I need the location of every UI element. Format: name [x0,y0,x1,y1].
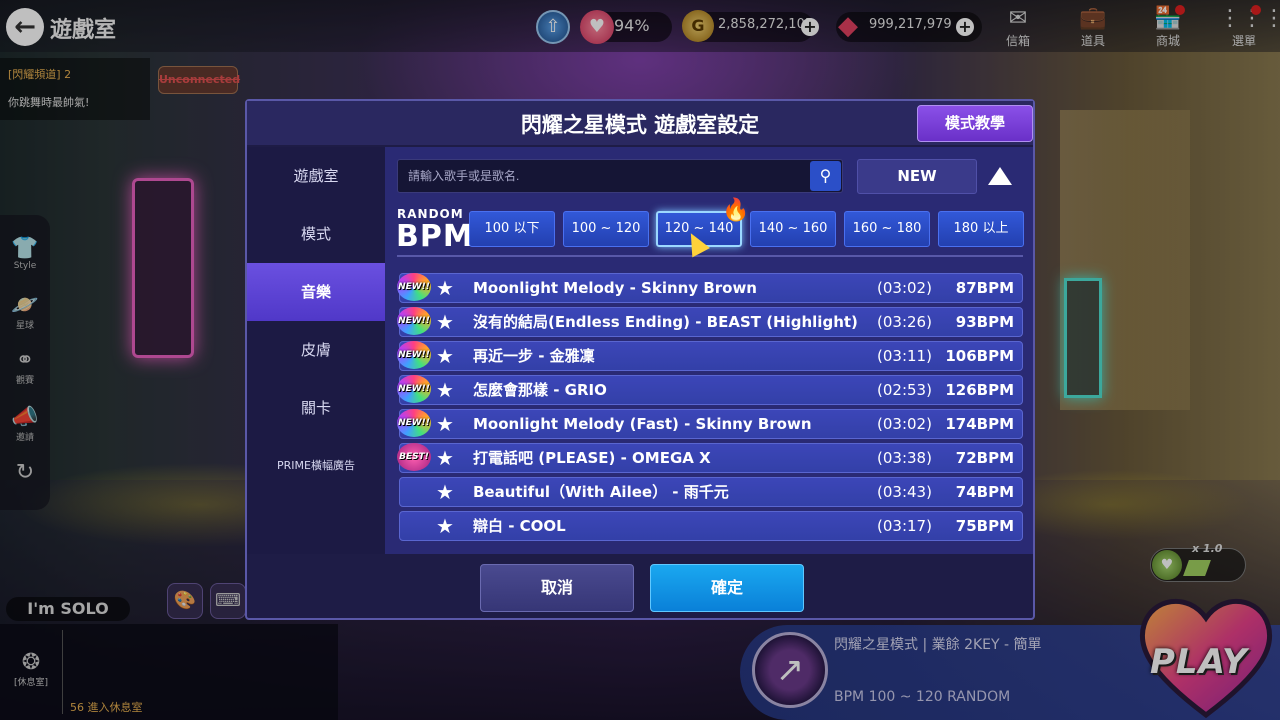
star-icon[interactable]: ★ [436,443,454,473]
bpm-range-button[interactable]: 160 ~ 180 [844,211,930,247]
new-badge: NEW!! [397,307,431,335]
star-icon[interactable]: ★ [436,341,454,371]
song-duration: (03:11) [877,347,932,365]
tab-skin[interactable]: 皮膚 [247,321,385,379]
song-title: 辯白 - COOL [473,517,566,535]
sort-up-icon[interactable] [988,167,1012,185]
song-search-input[interactable] [397,159,843,193]
star-icon[interactable]: ★ [436,307,454,337]
song-duration: (03:26) [877,313,932,331]
song-title: 沒有的結局(Endless Ending) - BEAST (Highlight… [473,313,858,331]
bpm-range-button[interactable]: 100 以下 [469,211,555,247]
tab-music[interactable]: 音樂 [247,263,385,321]
song-duration: (03:02) [877,279,932,297]
tab-room[interactable]: 遊戲室 [247,147,385,205]
star-icon[interactable]: ★ [436,409,454,439]
bpm-range-button[interactable]: 140 ~ 160 [750,211,836,247]
bpm-label: BPM [396,219,474,254]
song-duration: (02:53) [877,381,932,399]
song-duration: (03:43) [877,483,932,501]
song-bpm: 126BPM [945,381,1014,399]
search-icon: ⚲ [819,166,832,185]
new-filter-button[interactable]: NEW [857,159,977,194]
confirm-button[interactable]: 確定 [650,564,804,612]
song-bpm: 93BPM [955,313,1014,331]
song-duration: (03:02) [877,415,932,433]
song-duration: (03:38) [877,449,932,467]
bpm-range-button[interactable]: 180 以上 [938,211,1024,247]
tab-prime-banner[interactable]: PRIME橫幅廣告 [247,437,385,495]
divider [397,255,1023,257]
settings-tabs: 遊戲室 模式 音樂 皮膚 關卡 PRIME橫幅廣告 [247,147,385,554]
song-title: Beautiful（With Ailee） - 雨千元 [473,483,729,501]
search-button[interactable]: ⚲ [810,161,841,191]
song-title: Moonlight Melody (Fast) - Skinny Brown [473,415,812,433]
song-bpm: 87BPM [955,279,1014,297]
tab-mode[interactable]: 模式 [247,205,385,263]
song-bpm: 75BPM [955,517,1014,535]
star-icon[interactable]: ★ [436,477,454,507]
song-title: Moonlight Melody - Skinny Brown [473,279,757,297]
song-title: 再近一步 - 金雅凜 [473,347,595,365]
new-badge: NEW!! [397,341,431,369]
song-duration: (03:17) [877,517,932,535]
new-badge: NEW!! [397,375,431,403]
song-bpm: 106BPM [945,347,1014,365]
room-settings-dialog: 閃耀之星模式 遊戲室設定 模式教學 遊戲室 模式 音樂 皮膚 關卡 PRIME橫… [245,99,1035,620]
tab-stage[interactable]: 關卡 [247,379,385,437]
new-badge: NEW!! [397,273,431,301]
star-icon[interactable]: ★ [436,511,454,541]
song-title: 怎麼會那樣 - GRIO [473,381,607,399]
best-badge: BEST! [397,443,431,471]
star-icon[interactable]: ★ [436,273,454,303]
tutorial-button[interactable]: 模式教學 [917,105,1033,142]
song-bpm: 174BPM [945,415,1014,433]
hot-flame-icon: 🔥 [722,198,750,223]
song-title: 打電話吧 (PLEASE) - OMEGA X [473,449,711,467]
song-bpm: 72BPM [955,449,1014,467]
new-badge: NEW!! [397,409,431,437]
star-icon[interactable]: ★ [436,375,454,405]
dialog-title: 閃耀之星模式 遊戲室設定 [520,113,760,137]
song-bpm: 74BPM [955,483,1014,501]
bpm-range-button[interactable]: 100 ~ 120 [563,211,649,247]
cancel-button[interactable]: 取消 [480,564,634,612]
